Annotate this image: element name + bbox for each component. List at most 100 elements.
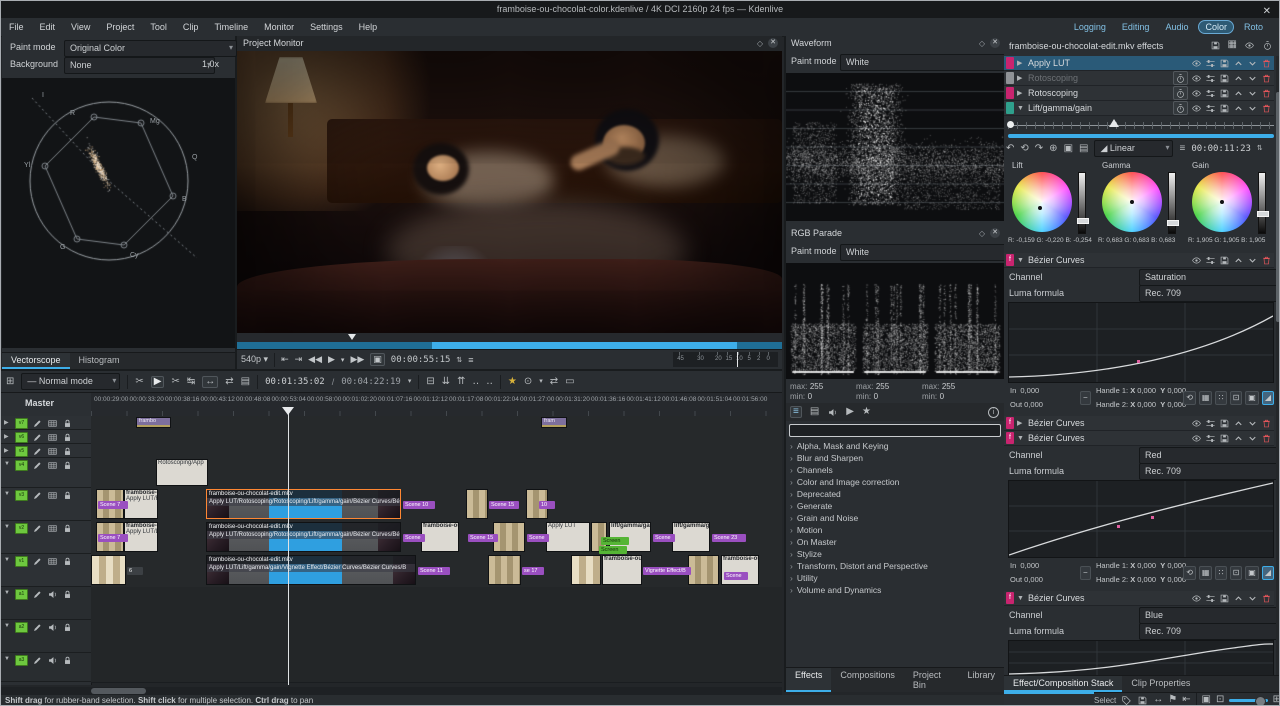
save-stack-icon[interactable] — [1210, 40, 1221, 51]
tag-icon[interactable] — [1121, 695, 1132, 706]
keyframe-ruler[interactable] — [1008, 118, 1274, 132]
show-effect-icon[interactable] — [1191, 418, 1202, 429]
gradient-bg-icon[interactable]: ▦ — [1199, 391, 1213, 405]
insert-zone-icon[interactable]: ⇊ — [442, 377, 450, 387]
track-lane-a2[interactable] — [91, 620, 782, 654]
delete-effect-icon[interactable] — [1261, 73, 1272, 84]
keyframe-toggle[interactable] — [1173, 86, 1188, 100]
keyframe-marker[interactable] — [1007, 121, 1014, 128]
playhead-triangle[interactable] — [282, 407, 294, 415]
pixmap-icon[interactable]: ⊡ — [1230, 391, 1243, 405]
track-header-a1[interactable]: ▼a1 — [1, 587, 91, 620]
delete-effect-icon[interactable] — [1261, 103, 1272, 114]
slider-handle[interactable] — [1167, 220, 1179, 226]
fade-out-icon[interactable]: ‥ — [486, 377, 493, 387]
lock-track-icon[interactable] — [62, 446, 73, 457]
timeline-clip[interactable]: framboise-ou-cho — [602, 555, 642, 585]
undock-icon[interactable]: ◇ — [757, 39, 763, 48]
track-tag[interactable]: v1 — [15, 556, 28, 567]
keyframe-toggle[interactable] — [1173, 101, 1188, 115]
edit-track-icon[interactable] — [32, 655, 43, 666]
monitor-seek-ruler[interactable] — [237, 333, 782, 342]
track-lane-v5[interactable] — [91, 444, 782, 459]
chevron-right-icon[interactable]: ▶ — [1017, 59, 1025, 67]
effect-row-bezier-collapsed[interactable]: f ▶ Bézier Curves — [1004, 416, 1274, 431]
effect-category[interactable]: ›Stylize — [786, 548, 1004, 560]
effect-category[interactable]: ›Utility — [786, 572, 1004, 584]
lock-track-icon[interactable] — [62, 556, 73, 567]
subtitle-icon[interactable]: ▭ — [565, 377, 574, 387]
workspace-tab-audio[interactable]: Audio — [1159, 21, 1194, 33]
wheel-cursor[interactable] — [1220, 200, 1224, 204]
mix-icon[interactable]: ⊟ — [426, 377, 434, 387]
reset-stack-icon[interactable] — [1262, 40, 1273, 51]
channel-select[interactable]: Red▾ — [1139, 447, 1280, 464]
zoom-out-icon[interactable]: ⊡ — [1216, 695, 1224, 705]
timeline-clip[interactable] — [688, 555, 719, 585]
luma-formula-select[interactable]: Rec. 709▾ — [1139, 623, 1280, 640]
channel-select[interactable]: Blue▾ — [1139, 607, 1280, 624]
track-lane-v1[interactable]: 6framboise-ou-chocolat-edit.mkvApply LUT… — [91, 554, 782, 588]
undock-icon[interactable]: ◇ — [979, 39, 985, 48]
seek-start-icon[interactable]: ⇤ — [1182, 695, 1190, 705]
edit-track-icon[interactable] — [32, 460, 43, 471]
play-options-icon[interactable]: ▾ — [341, 356, 345, 364]
scene-marker[interactable]: Scene — [724, 572, 748, 580]
background-select[interactable]: None▾ — [64, 57, 215, 74]
resize-icon[interactable]: ↔ — [1153, 695, 1163, 705]
ripple-tool-icon[interactable]: ⇄ — [225, 377, 233, 387]
chevron-down-icon[interactable]: ▼ — [4, 461, 11, 467]
zone-end-icon[interactable]: ⇥ — [295, 354, 303, 365]
workspace-tab-editing[interactable]: Editing — [1116, 21, 1156, 33]
play-icon[interactable]: ▶ — [328, 354, 335, 365]
edit-mode-select[interactable]: — Normal mode▾ — [21, 373, 120, 390]
zone-start-icon[interactable]: ⇤ — [281, 354, 289, 365]
track-header-v2[interactable]: ▼v2 — [1, 521, 91, 554]
razor-tool-icon[interactable]: ✂ — [171, 377, 179, 387]
delete-effect-icon[interactable] — [1261, 255, 1272, 266]
timeline-clip[interactable] — [91, 555, 126, 585]
delete-effect-icon[interactable] — [1261, 433, 1272, 444]
scene-marker[interactable]: Scene 23 — [712, 534, 746, 542]
timeline-clip[interactable] — [488, 555, 521, 585]
effect-category[interactable]: ›On Master — [786, 536, 1004, 548]
track-tag[interactable]: v3 — [15, 490, 28, 501]
next-keyframe-icon[interactable]: ↷ — [1035, 144, 1043, 154]
edit-track-icon[interactable] — [32, 589, 43, 600]
chevron-down-icon[interactable]: ▼ — [4, 656, 11, 662]
close-panel-icon[interactable]: ✕ — [990, 228, 1000, 238]
effect-row-lift-gamma-gain[interactable]: ▼Lift/gamma/gain — [1004, 101, 1274, 116]
keyframe-zoom-bar[interactable] — [1008, 134, 1274, 138]
move-down-icon[interactable] — [1247, 58, 1258, 69]
chevron-down-icon[interactable]: ▼ — [4, 557, 11, 563]
workspace-tab-color[interactable]: Color — [1198, 20, 1234, 34]
chevron-right-icon[interactable]: ▶ — [4, 447, 11, 454]
scene-marker[interactable]: Scene 15 — [468, 534, 498, 542]
spin-icon[interactable]: ⇅ — [1257, 145, 1263, 152]
track-header-v7[interactable]: ▶v7 — [1, 416, 91, 430]
track-header-a2[interactable]: ▼a2 — [1, 620, 91, 653]
menu-edit[interactable]: Edit — [32, 22, 64, 32]
audio-track-icon[interactable] — [47, 589, 58, 600]
selection-tool-icon[interactable]: ▶ — [151, 376, 165, 388]
menu-monitor[interactable]: Monitor — [256, 22, 302, 32]
track-tag[interactable]: v4 — [15, 460, 28, 471]
presets-icon[interactable] — [1205, 58, 1216, 69]
monitor-resolution-select[interactable]: 540p ▾ — [241, 354, 268, 365]
spacer-tool-icon[interactable]: ↹ — [187, 377, 195, 387]
monitor-menu-icon[interactable]: ≡ — [468, 355, 473, 365]
chevron-down-icon[interactable]: ▼ — [4, 524, 11, 530]
scene-marker[interactable]: Scene — [653, 534, 675, 542]
chevron-right-icon[interactable]: ▶ — [1017, 74, 1025, 82]
interpolation-select[interactable]: ◢ Linear▾ — [1094, 140, 1173, 157]
edit-track-icon[interactable] — [32, 556, 43, 567]
move-up-icon[interactable] — [1233, 418, 1244, 429]
monitor-timecode[interactable]: 00:00:55:15 — [391, 355, 451, 365]
presets-icon[interactable] — [1205, 433, 1216, 444]
chevron-down-icon[interactable]: ▼ — [4, 491, 11, 497]
track-tag[interactable]: v6 — [15, 432, 28, 443]
grid-lines-icon[interactable]: ∷ — [1215, 566, 1226, 580]
wheel-cursor[interactable] — [1038, 206, 1042, 210]
timeline-clip[interactable]: frambo — [136, 417, 171, 428]
slider-handle[interactable] — [1077, 218, 1089, 224]
